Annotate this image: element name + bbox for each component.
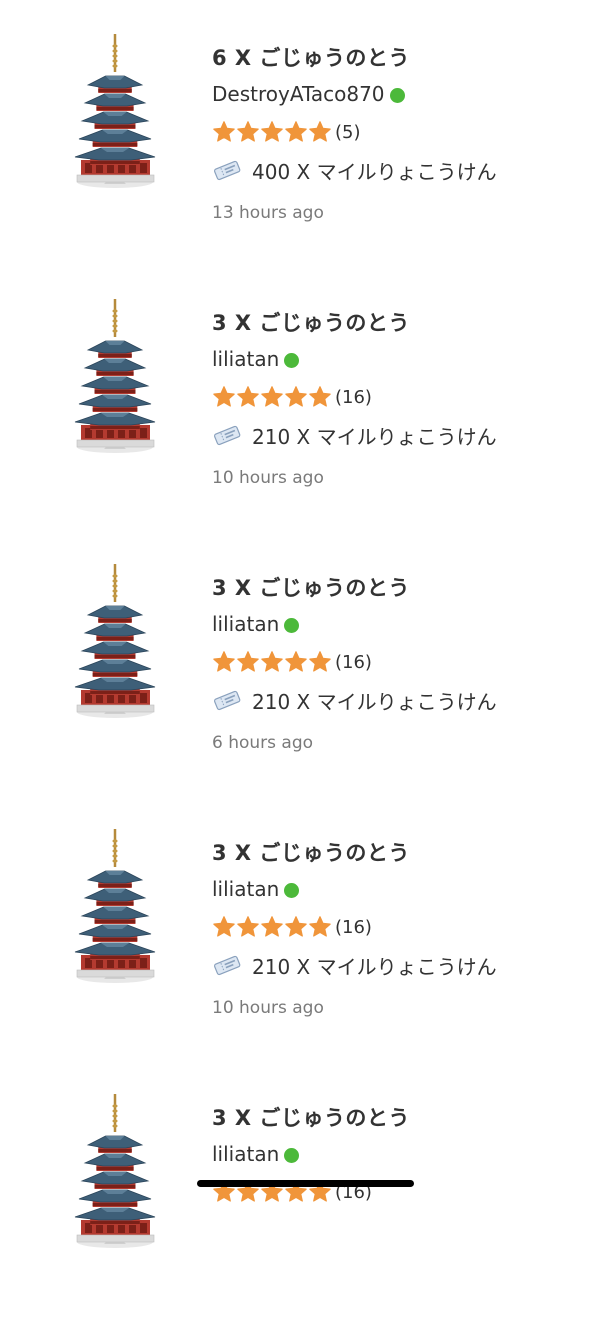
seller-name[interactable]: liliatan <box>212 612 279 636</box>
listing-item[interactable]: 3 X ごじゅうのとう liliatan (16) 210 X マイルりょこうけ… <box>0 299 611 537</box>
star-icon <box>284 915 308 939</box>
listing-title[interactable]: 3 X ごじゅうのとう <box>212 572 410 602</box>
star-icon <box>308 915 332 939</box>
price-row: 400 X マイルりょこうけん <box>212 156 497 184</box>
star-icon <box>308 650 332 674</box>
star-rating <box>212 385 332 409</box>
star-icon <box>236 385 260 409</box>
star-icon <box>212 120 236 144</box>
listing-price: 210 X マイルりょこうけん <box>252 954 497 979</box>
seller-row: liliatan <box>212 346 300 372</box>
seller-name[interactable]: liliatan <box>212 1142 279 1166</box>
star-icon <box>260 915 284 939</box>
rating-row: (16) <box>212 914 372 940</box>
seller-row: liliatan <box>212 876 300 902</box>
listing-price: 210 X マイルりょこうけん <box>252 424 497 449</box>
rating-count: (16) <box>335 651 372 673</box>
rating-count: (16) <box>335 386 372 408</box>
star-icon <box>260 385 284 409</box>
pagoda-icon <box>68 297 163 457</box>
pagoda-icon <box>68 562 163 722</box>
ticket-icon <box>212 424 242 446</box>
listing-item[interactable]: 3 X ごじゅうのとう liliatan (16) 210 X マイルりょこうけ… <box>0 564 611 802</box>
star-icon <box>260 650 284 674</box>
listing-time: 13 hours ago <box>212 203 324 223</box>
star-icon <box>236 650 260 674</box>
online-status-dot <box>284 882 300 898</box>
price-row: 210 X マイルりょこうけん <box>212 951 497 979</box>
listing-item[interactable]: 3 X ごじゅうのとう liliatan (16) <box>0 1094 611 1332</box>
ticket-icon <box>212 954 242 976</box>
seller-name[interactable]: DestroyATaco870 <box>212 82 385 106</box>
star-icon <box>212 385 236 409</box>
rating-count: (16) <box>335 916 372 938</box>
pagoda-icon <box>68 1092 163 1252</box>
star-icon <box>260 120 284 144</box>
ticket-icon <box>212 159 242 181</box>
seller-name[interactable]: liliatan <box>212 877 279 901</box>
listing-title[interactable]: 3 X ごじゅうのとう <box>212 307 410 337</box>
listing-time: 10 hours ago <box>212 468 324 488</box>
rating-row: (5) <box>212 119 361 145</box>
online-status-dot <box>284 1147 300 1163</box>
online-status-dot <box>284 617 300 633</box>
star-icon <box>212 915 236 939</box>
star-icon <box>284 120 308 144</box>
listing-price: 210 X マイルりょこうけん <box>252 689 497 714</box>
star-icon <box>236 915 260 939</box>
ticket-icon <box>212 689 242 711</box>
rating-row: (16) <box>212 649 372 675</box>
seller-row: DestroyATaco870 <box>212 81 405 107</box>
star-icon <box>308 385 332 409</box>
online-status-dot <box>389 87 405 103</box>
star-rating <box>212 120 332 144</box>
seller-row: liliatan <box>212 611 300 637</box>
star-icon <box>284 385 308 409</box>
star-rating <box>212 650 332 674</box>
price-row: 210 X マイルりょこうけん <box>212 686 497 714</box>
star-rating <box>212 915 332 939</box>
pagoda-icon <box>68 32 163 192</box>
price-row: 210 X マイルりょこうけん <box>212 421 497 449</box>
listing-title[interactable]: 3 X ごじゅうのとう <box>212 1102 410 1132</box>
listing-price: 400 X マイルりょこうけん <box>252 159 497 184</box>
star-icon <box>236 120 260 144</box>
home-indicator[interactable] <box>197 1180 414 1187</box>
star-icon <box>212 650 236 674</box>
star-icon <box>308 120 332 144</box>
listing-time: 6 hours ago <box>212 733 314 753</box>
listing-item[interactable]: 3 X ごじゅうのとう liliatan (16) 210 X マイルりょこうけ… <box>0 829 611 1067</box>
star-icon <box>284 650 308 674</box>
seller-name[interactable]: liliatan <box>212 347 279 371</box>
online-status-dot <box>284 352 300 368</box>
listing-item[interactable]: 6 X ごじゅうのとう DestroyATaco870 (5) 400 X マイ… <box>0 34 611 272</box>
listing-time: 10 hours ago <box>212 998 324 1018</box>
rating-row: (16) <box>212 384 372 410</box>
seller-row: liliatan <box>212 1141 300 1167</box>
pagoda-icon <box>68 827 163 987</box>
listing-title[interactable]: 6 X ごじゅうのとう <box>212 42 410 72</box>
rating-count: (5) <box>335 121 361 143</box>
listing-title[interactable]: 3 X ごじゅうのとう <box>212 837 410 867</box>
